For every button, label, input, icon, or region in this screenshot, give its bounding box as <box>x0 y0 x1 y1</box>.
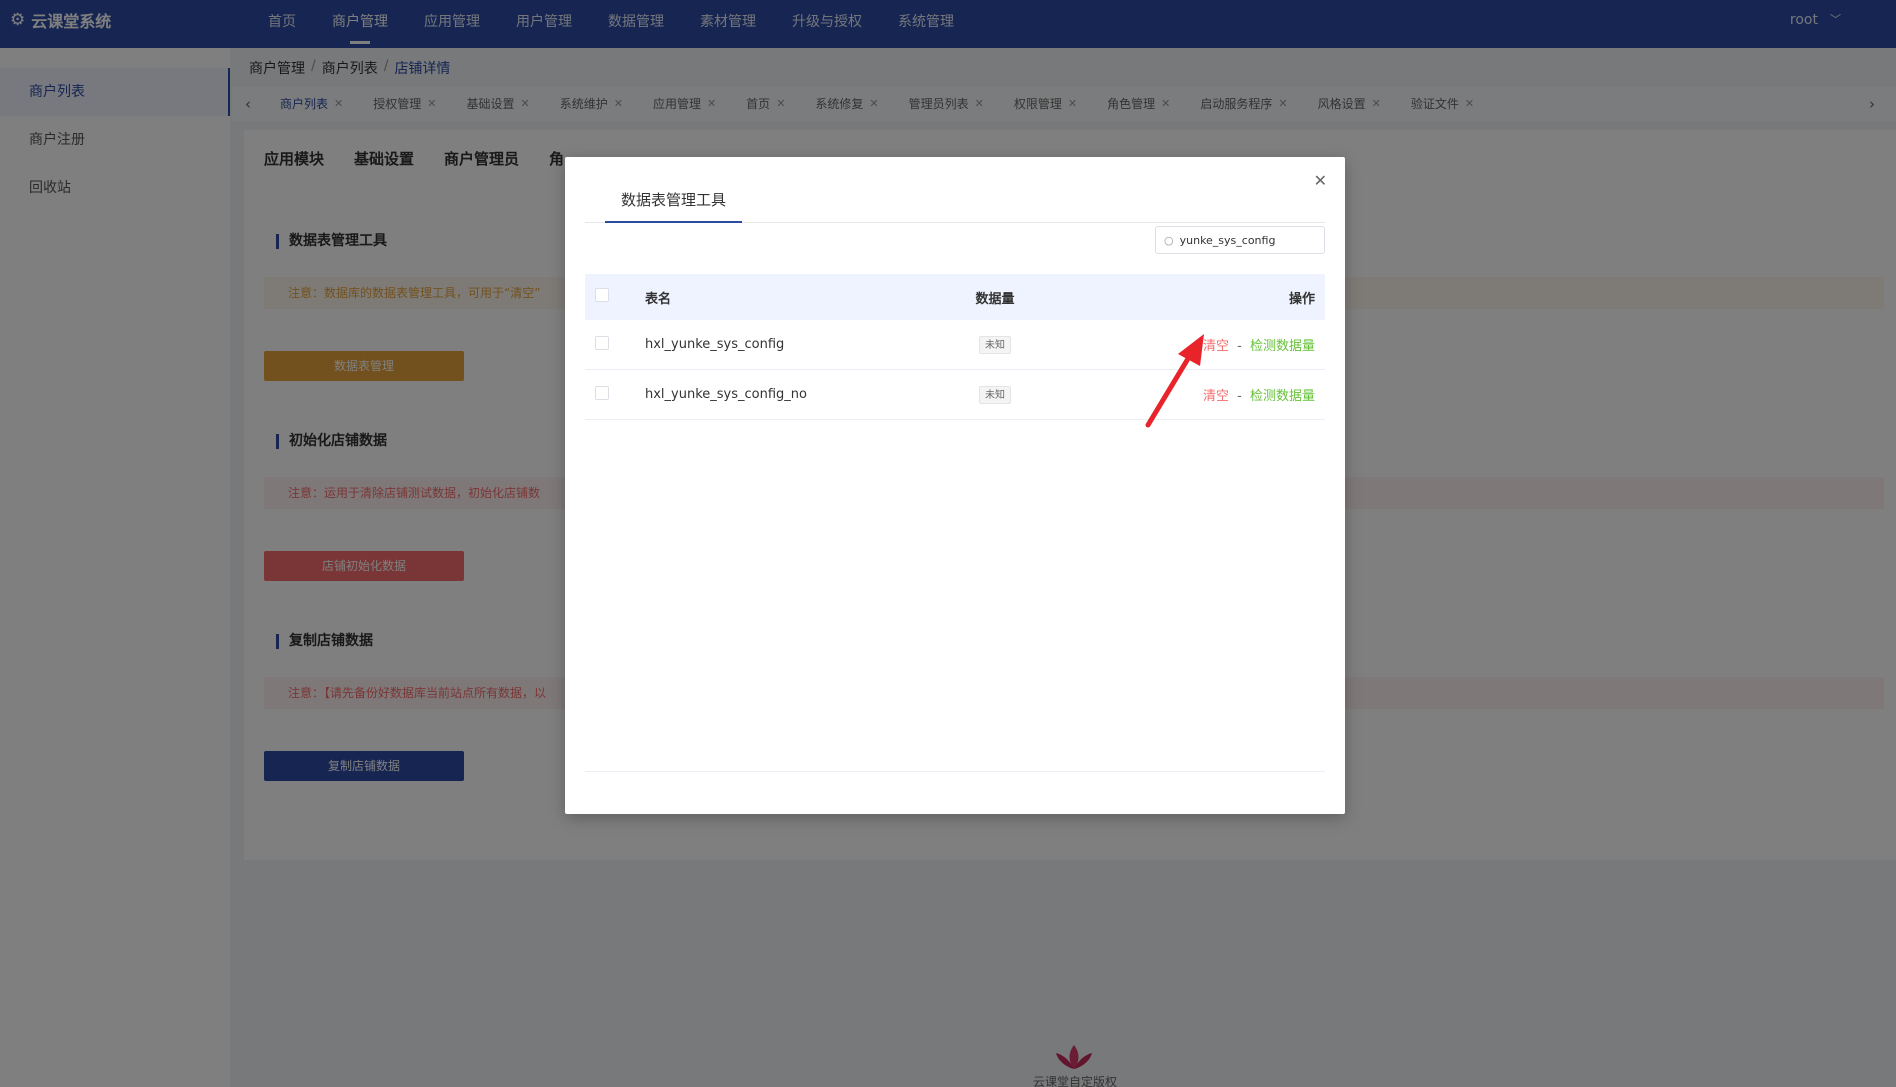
annotation-arrow-icon <box>1145 334 1204 428</box>
column-header-action: 操作 <box>1288 291 1315 307</box>
close-icon[interactable]: ✕ <box>1314 171 1327 190</box>
modal-tab-table-manager[interactable]: 数据表管理工具 <box>605 173 743 223</box>
check-count-link[interactable]: 检测数据量 <box>1250 339 1315 354</box>
modal-divider <box>585 771 1325 772</box>
column-header-count: 数据量 <box>975 291 1015 307</box>
table-header-row: 表名 数据量 操作 <box>585 274 1325 320</box>
count-tag: 未知 <box>979 385 1011 404</box>
check-count-link[interactable]: 检测数据量 <box>1250 389 1315 404</box>
table-name-cell: hxl_yunke_sys_config_no <box>645 387 807 402</box>
count-tag: 未知 <box>979 335 1011 354</box>
table-search-input[interactable] <box>1179 233 1310 247</box>
action-separator: - <box>1237 389 1242 404</box>
table-row: hxl_yunke_sys_config_no 未知 清空 - 检测数据量 <box>585 370 1325 420</box>
select-all-checkbox[interactable] <box>595 288 609 302</box>
table-name-cell: hxl_yunke_sys_config <box>645 337 785 352</box>
search-icon: ○ <box>1164 233 1174 247</box>
row-checkbox[interactable] <box>595 385 609 400</box>
table-manager-modal: 数据表管理工具 ✕ ○ 表名 数据量 操作 hxl_yunke_sys_conf… <box>565 157 1345 814</box>
table-row: hxl_yunke_sys_config 未知 清空 - 检测数据量 <box>585 320 1325 370</box>
table-search-box[interactable]: ○ <box>1155 226 1325 254</box>
row-checkbox[interactable] <box>595 335 609 350</box>
action-separator: - <box>1237 339 1242 354</box>
tables-grid: 表名 数据量 操作 hxl_yunke_sys_config 未知 清空 - 检… <box>585 274 1325 420</box>
modal-tab-bar: 数据表管理工具 <box>585 173 1325 223</box>
column-header-name: 表名 <box>645 291 672 307</box>
